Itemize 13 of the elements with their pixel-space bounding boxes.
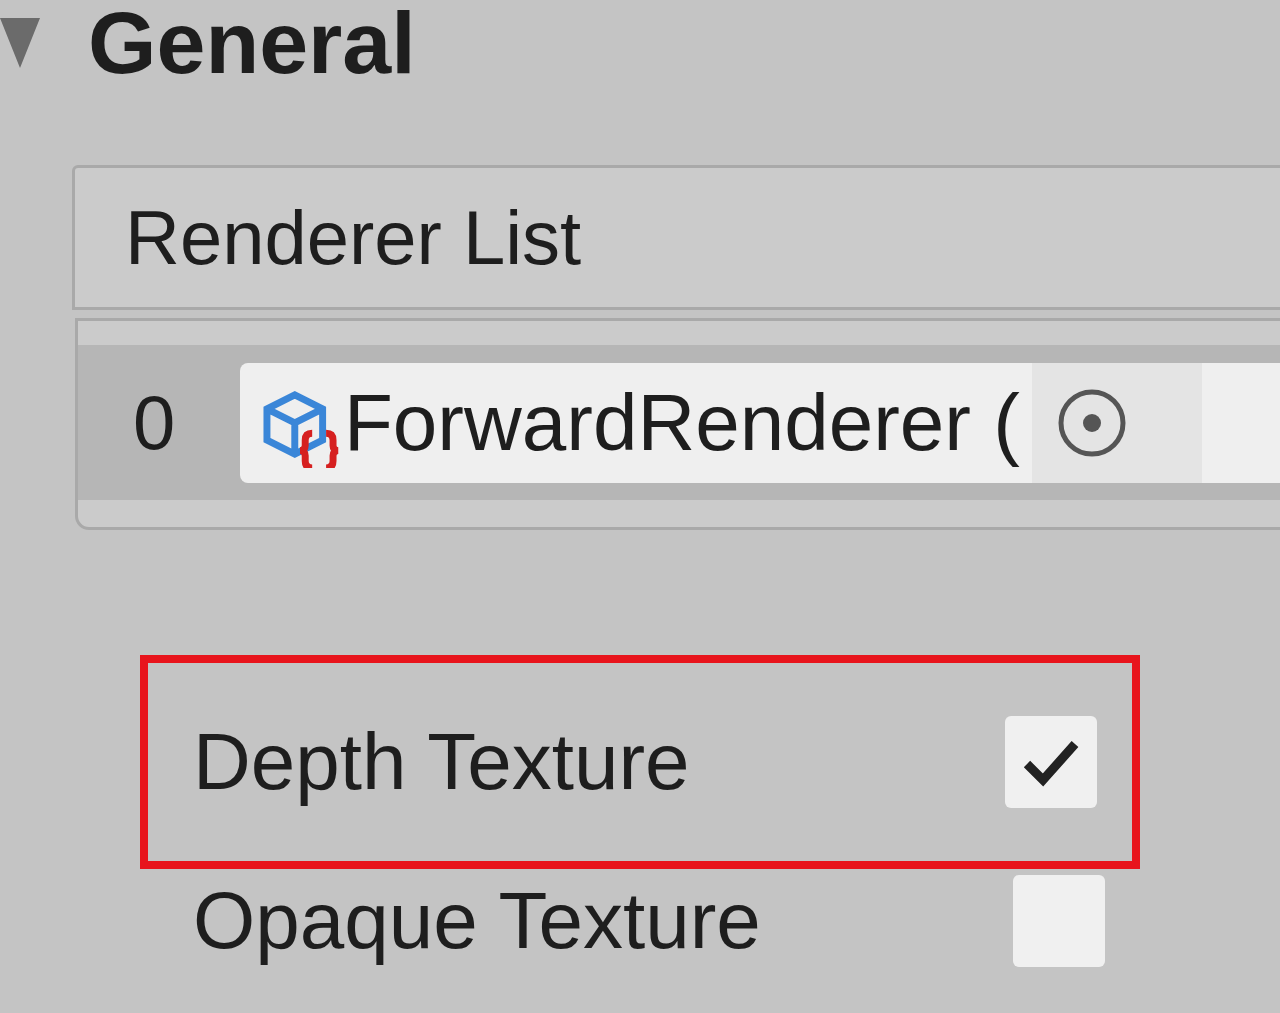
object-field[interactable]: ForwardRenderer ( bbox=[240, 362, 1280, 483]
list-header: Renderer List bbox=[72, 165, 1280, 310]
section-title: General bbox=[88, 0, 416, 87]
setting-label: Depth Texture bbox=[193, 716, 690, 808]
object-name: ForwardRenderer ( bbox=[344, 376, 1020, 469]
item-index: 0 bbox=[132, 379, 177, 466]
object-picker-button[interactable] bbox=[1031, 362, 1202, 483]
target-icon bbox=[1056, 387, 1127, 458]
setting-label: Opaque Texture bbox=[193, 875, 761, 967]
collapse-arrow-icon[interactable] bbox=[0, 17, 40, 68]
list-item[interactable]: 0 ForwardRenderer ( bbox=[78, 345, 1280, 500]
checkbox[interactable] bbox=[1005, 716, 1097, 808]
checkbox[interactable] bbox=[1013, 875, 1105, 967]
